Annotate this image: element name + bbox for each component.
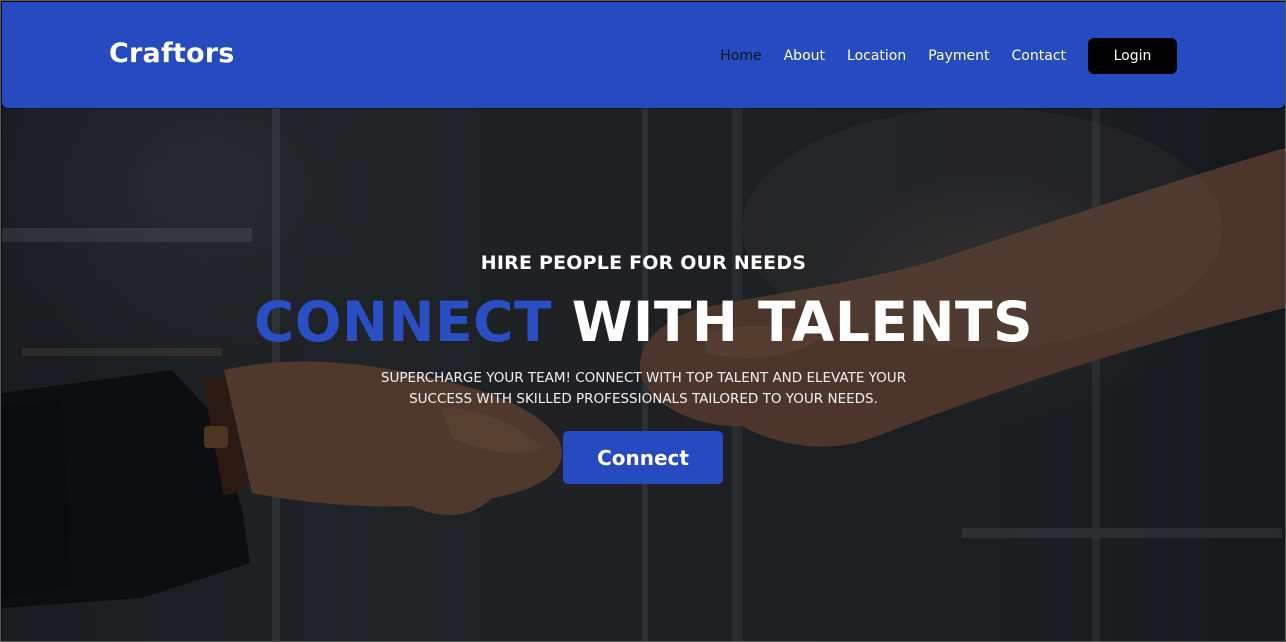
connect-button[interactable]: Connect	[563, 431, 723, 484]
hero-content: HIRE PEOPLE FOR OUR NEEDS CONNECT WITH T…	[2, 108, 1285, 641]
page-frame: Craftors Home About Location Payment Con…	[0, 0, 1286, 642]
hero-subtext-line1: SUPERCHARGE YOUR TEAM! CONNECT WITH TOP …	[380, 370, 907, 386]
headline-accent: CONNECT	[253, 290, 553, 354]
hero-subtext-line2: SUCCESS WITH SKILLED PROFESSIONALS TAILO…	[409, 391, 878, 407]
nav-link-location[interactable]: Location	[847, 38, 906, 74]
nav-link-payment[interactable]: Payment	[928, 38, 989, 74]
hero-eyebrow: HIRE PEOPLE FOR OUR NEEDS	[480, 252, 807, 274]
nav-link-contact[interactable]: Contact	[1012, 38, 1066, 74]
hero-headline: CONNECT WITH TALENTS	[2, 290, 1285, 354]
hero-section: HIRE PEOPLE FOR OUR NEEDS CONNECT WITH T…	[2, 108, 1285, 641]
nav-link-about[interactable]: About	[784, 38, 825, 74]
navbar: Craftors Home About Location Payment Con…	[2, 2, 1285, 108]
brand-logo[interactable]: Craftors	[109, 38, 235, 69]
headline-rest: WITH TALENTS	[571, 290, 1034, 354]
login-button[interactable]: Login	[1088, 38, 1177, 74]
nav-links: Home About Location Payment Contact Logi…	[698, 38, 1177, 74]
hero-subtext: SUPERCHARGE YOUR TEAM! CONNECT WITH TOP …	[342, 368, 945, 410]
nav-link-home[interactable]: Home	[720, 38, 761, 74]
